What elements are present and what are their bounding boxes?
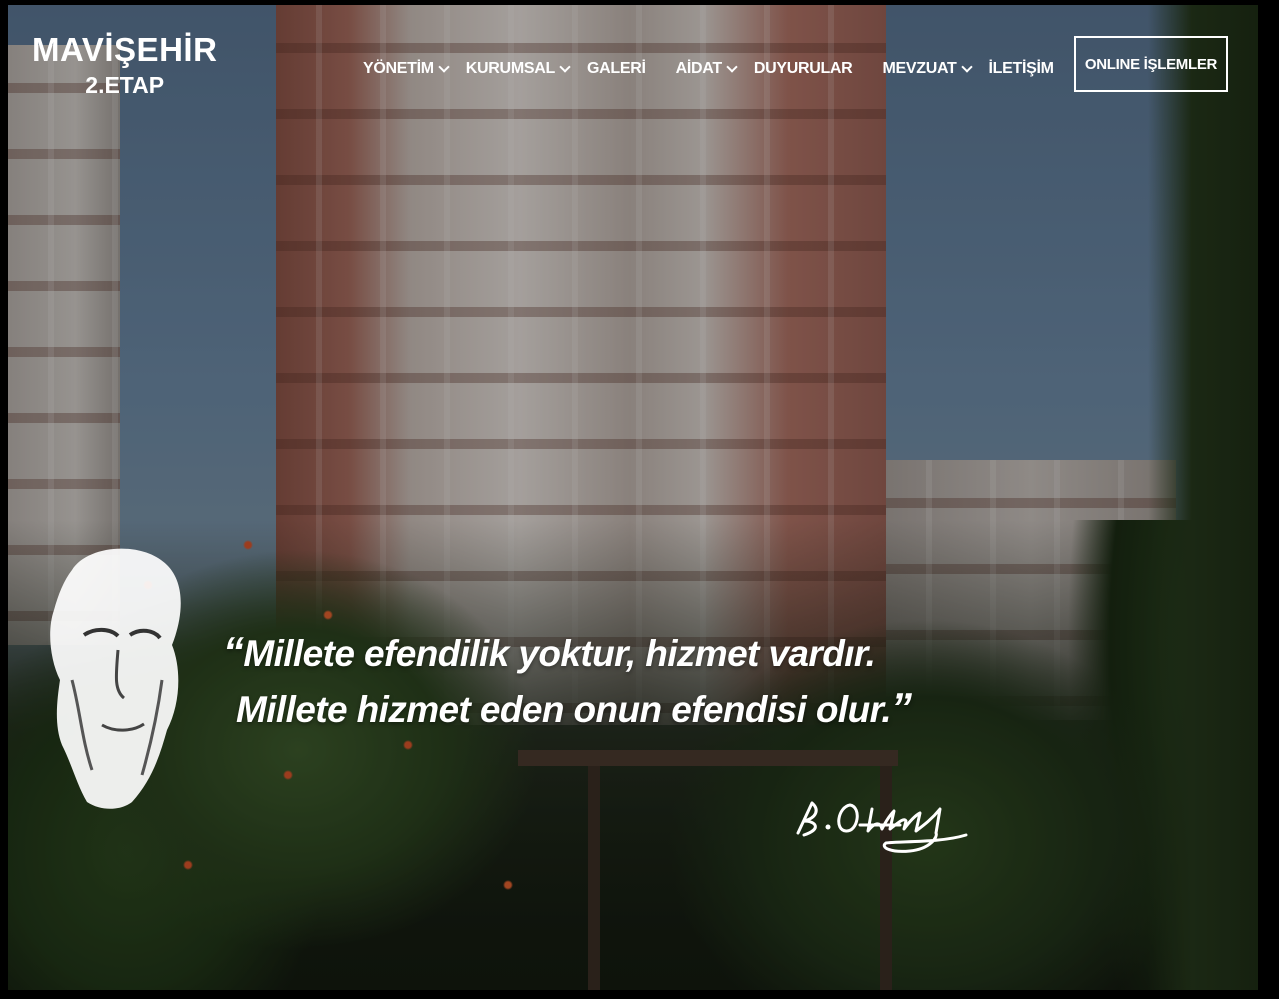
chevron-down-icon xyxy=(438,61,450,73)
nav-item-label: GALERİ xyxy=(586,60,646,77)
quote-line1-text: Millete efendilik yoktur, hizmet vardır. xyxy=(243,633,876,674)
chevron-down-icon xyxy=(726,61,738,73)
quote-close-mark: ” xyxy=(891,684,912,731)
quote-open-mark: “ xyxy=(223,628,244,675)
nav-item-iletisim[interactable]: İLETİŞİM xyxy=(989,60,1054,78)
page-frame: MAVİŞEHİR 2.ETAP YÖNETİM KURUMSAL GALERİ… xyxy=(0,0,1279,999)
nav-item-label: MEVZUAT xyxy=(882,60,957,77)
quote-line2-text: Millete hizmet eden onun efendisi olur. xyxy=(236,689,892,730)
quote-line-2: Millete hizmet eden onun efendisi olur.” xyxy=(223,681,912,737)
main-nav: YÖNETİM KURUMSAL GALERİ AİDAT DUYURULAR … xyxy=(363,60,1072,78)
nav-item-yonetim[interactable]: YÖNETİM xyxy=(363,60,450,78)
hero-section: MAVİŞEHİR 2.ETAP YÖNETİM KURUMSAL GALERİ… xyxy=(8,5,1258,990)
hero-quote: “Millete efendilik yoktur, hizmet vardır… xyxy=(223,625,912,737)
nav-item-aidat[interactable]: AİDAT xyxy=(675,60,738,78)
nav-item-label: YÖNETİM xyxy=(363,60,434,77)
nav-item-label: İLETİŞİM xyxy=(988,60,1054,77)
chevron-down-icon xyxy=(960,61,973,73)
nav-item-label: DUYURULAR xyxy=(753,60,853,77)
hero-overlay xyxy=(8,5,1258,990)
online-islemler-button[interactable]: ONLINE İŞLEMLER xyxy=(1074,36,1228,92)
site-logo[interactable]: MAVİŞEHİR 2.ETAP xyxy=(32,33,217,97)
nav-item-mevzuat[interactable]: MEVZUAT xyxy=(882,60,973,78)
ataturk-portrait-icon xyxy=(50,548,181,809)
nav-item-galeri[interactable]: GALERİ xyxy=(587,60,646,78)
ataturk-signature-icon xyxy=(796,801,968,853)
logo-line2: 2.ETAP xyxy=(85,72,165,98)
nav-item-label: KURUMSAL xyxy=(465,60,555,77)
nav-item-label: AİDAT xyxy=(675,60,723,77)
nav-item-kurumsal[interactable]: KURUMSAL xyxy=(465,60,571,78)
quote-line-1: “Millete efendilik yoktur, hizmet vardır… xyxy=(223,625,911,681)
chevron-down-icon xyxy=(559,61,571,73)
logo-line1: MAVİŞEHİR xyxy=(32,31,218,68)
nav-item-duyurular[interactable]: DUYURULAR xyxy=(754,60,853,78)
